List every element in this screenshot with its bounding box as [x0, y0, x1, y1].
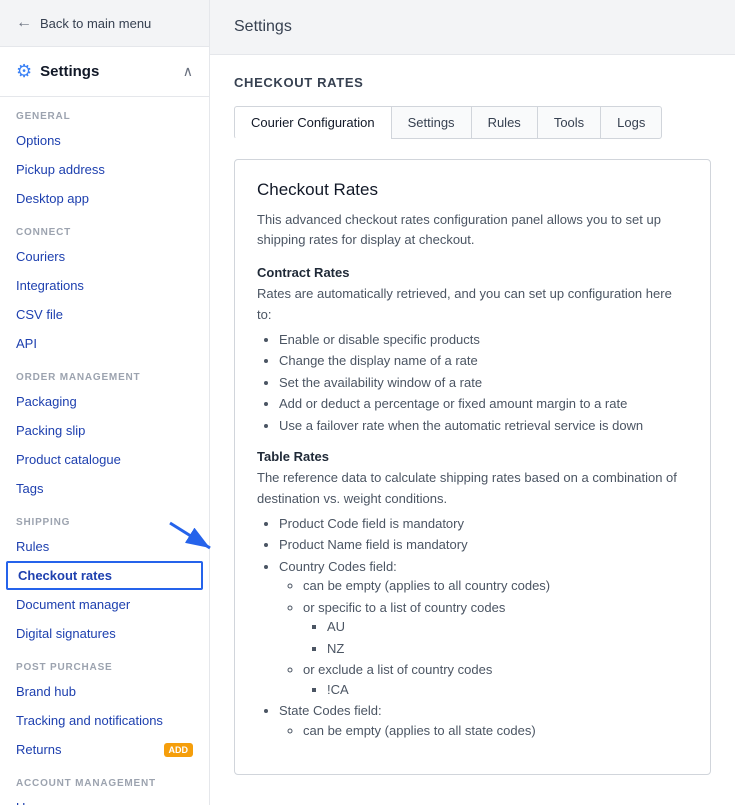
contract-bullet-1: Change the display name of a rate [279, 351, 688, 371]
sidebar-item-integrations[interactable]: Integrations [0, 271, 209, 300]
contract-rates-section: Contract Rates Rates are automatically r… [257, 265, 688, 435]
table-bullet-1: Product Code field is mandatory [279, 514, 688, 534]
back-label: Back to main menu [40, 16, 151, 31]
sidebar-item-label: Integrations [16, 278, 84, 293]
contract-bullet-0: Enable or disable specific products [279, 330, 688, 350]
page-section-title: CHECKOUT RATES [234, 75, 711, 90]
sidebar-item-brand-hub[interactable]: Brand hub [0, 677, 209, 706]
table-bullet-3: Country Codes field: can be empty (appli… [279, 557, 688, 700]
sidebar-item-label: Couriers [16, 249, 65, 264]
country-sub-list: can be empty (applies to all country cod… [303, 576, 688, 699]
sidebar-item-label: Checkout rates [18, 568, 112, 583]
main-content: Settings CHECKOUT RATES Courier Configur… [210, 0, 735, 805]
gear-icon: ⚙ [16, 61, 32, 82]
sidebar-section-label: GENERAL [0, 97, 209, 126]
sidebar-item-label: Brand hub [16, 684, 76, 699]
sidebar-item-label: Users [16, 800, 50, 805]
sidebar-item-couriers[interactable]: Couriers [0, 242, 209, 271]
sidebar-item-csv-file[interactable]: CSV file [0, 300, 209, 329]
sidebar-item-label: Tracking and notifications [16, 713, 163, 728]
settings-title: Settings [40, 63, 99, 80]
sidebar-item-label: Tags [16, 481, 43, 496]
contract-bullets-list: Enable or disable specific productsChang… [279, 330, 688, 436]
tab-rules[interactable]: Rules [471, 106, 537, 139]
sidebar-item-label: Packing slip [16, 423, 85, 438]
returns-badge: ADD [164, 743, 194, 757]
sidebar-nav: GENERAL Options Pickup address Desktop app C… [0, 97, 209, 805]
sidebar-section-label: ORDER MANAGEMENT [0, 358, 209, 387]
sidebar-item-desktop-app[interactable]: Desktop app [0, 184, 209, 213]
tab-settings[interactable]: Settings [391, 106, 471, 139]
table-bullets-list: Product Code field is mandatory Product … [279, 514, 688, 741]
country-examples-list: AU NZ [327, 617, 688, 658]
table-rates-body: The reference data to calculate shipping… [257, 468, 688, 510]
sidebar-item-label: Options [16, 133, 61, 148]
state-codes-bullet: State Codes field: can be empty (applies… [279, 701, 688, 740]
country-au: AU [327, 617, 688, 637]
sidebar-section-label: CONNECT [0, 213, 209, 242]
sidebar-item-product-catalogue[interactable]: Product catalogue [0, 445, 209, 474]
sidebar-item-label: Packaging [16, 394, 77, 409]
sidebar-section-label: ACCOUNT MANAGEMENT [0, 764, 209, 793]
contract-bullet-4: Use a failover rate when the automatic r… [279, 416, 688, 436]
contract-bullet-3: Add or deduct a percentage or fixed amou… [279, 394, 688, 414]
table-bullet-2: Product Name field is mandatory [279, 535, 688, 555]
sidebar-item-returns[interactable]: Returns ADD [0, 735, 209, 764]
chevron-up-icon: ∧ [183, 63, 193, 80]
sidebar-item-rules[interactable]: Rules [0, 532, 209, 561]
card-title: Checkout Rates [257, 180, 688, 200]
sidebar-item-pickup-address[interactable]: Pickup address [0, 155, 209, 184]
sidebar-section-label: POST PURCHASE [0, 648, 209, 677]
country-sub-1: can be empty (applies to all country cod… [303, 576, 688, 596]
tab-courier-config[interactable]: Courier Configuration [234, 106, 391, 139]
back-to-main-button[interactable]: ← Back to main menu [0, 0, 209, 47]
state-sub-1: can be empty (applies to all state codes… [303, 721, 688, 741]
settings-title-wrap: ⚙ Settings [16, 61, 99, 82]
sidebar-item-packing-slip[interactable]: Packing slip [0, 416, 209, 445]
sidebar-item-tags[interactable]: Tags [0, 474, 209, 503]
sidebar-item-label: Pickup address [16, 162, 105, 177]
sidebar-item-digital-signatures[interactable]: Digital signatures [0, 619, 209, 648]
sidebar-item-label: CSV file [16, 307, 63, 322]
contract-rates-heading: Contract Rates [257, 265, 688, 280]
sidebar-item-checkout-rates[interactable]: Checkout rates [6, 561, 203, 590]
contract-rates-body: Rates are automatically retrieved, and y… [257, 284, 688, 326]
tab-logs[interactable]: Logs [600, 106, 662, 139]
sidebar-item-label: API [16, 336, 37, 351]
sidebar-item-label: Rules [16, 539, 49, 554]
sidebar-item-packaging[interactable]: Packaging [0, 387, 209, 416]
table-rates-section: Table Rates The reference data to calcul… [257, 449, 688, 740]
country-exclude-list: !CA [327, 680, 688, 700]
sidebar-item-api[interactable]: API [0, 329, 209, 358]
country-exclude: or exclude a list of country codes !CA [303, 660, 688, 699]
card-description: This advanced checkout rates configurati… [257, 210, 688, 249]
tabs: Courier ConfigurationSettingsRulesToolsL… [234, 106, 711, 139]
sidebar-item-document-manager[interactable]: Document manager [0, 590, 209, 619]
sidebar-item-label: Product catalogue [16, 452, 121, 467]
sidebar-item-users[interactable]: Users [0, 793, 209, 805]
main-body: CHECKOUT RATES Courier ConfigurationSett… [210, 55, 735, 795]
contract-bullet-2: Set the availability window of a rate [279, 373, 688, 393]
sidebar-section-label: SHIPPING [0, 503, 209, 532]
tab-tools[interactable]: Tools [537, 106, 600, 139]
sidebar-item-label: Returns [16, 742, 62, 757]
main-header-title: Settings [234, 18, 292, 35]
back-arrow-icon: ← [16, 14, 32, 32]
sidebar-item-label: Digital signatures [16, 626, 116, 641]
main-header: Settings [210, 0, 735, 55]
country-nz: NZ [327, 639, 688, 659]
sidebar-item-label: Desktop app [16, 191, 89, 206]
content-card: Checkout Rates This advanced checkout ra… [234, 159, 711, 775]
state-sub-list: can be empty (applies to all state codes… [303, 721, 688, 741]
country-sub-2: or specific to a list of country codes A… [303, 598, 688, 659]
country-exclude-ca: !CA [327, 680, 688, 700]
table-rates-heading: Table Rates [257, 449, 688, 464]
sidebar-item-label: Document manager [16, 597, 130, 612]
sidebar-item-options[interactable]: Options [0, 126, 209, 155]
settings-header: ⚙ Settings ∧ [0, 47, 209, 97]
sidebar: ← Back to main menu ⚙ Settings ∧ GENERAL… [0, 0, 210, 805]
sidebar-item-tracking-notifications[interactable]: Tracking and notifications [0, 706, 209, 735]
